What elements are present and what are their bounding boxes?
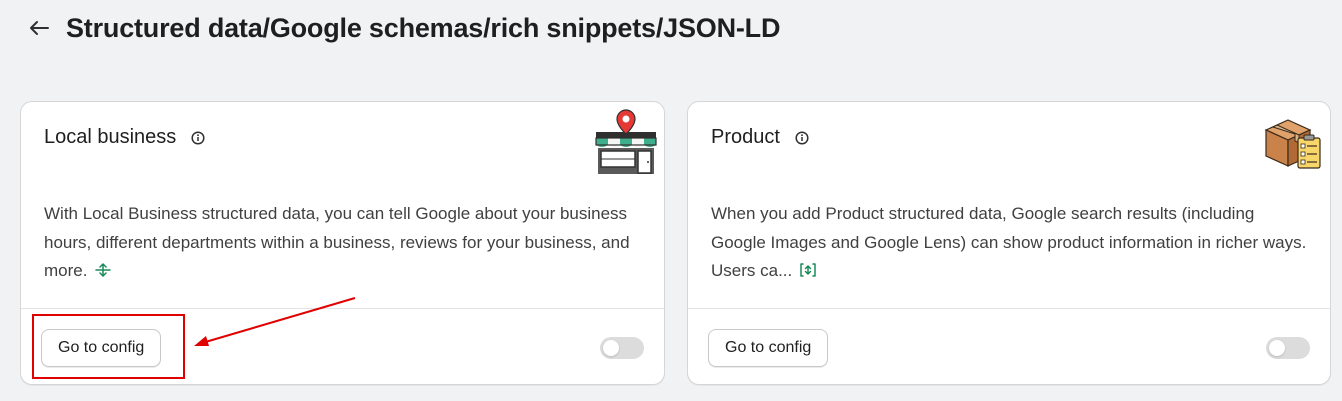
enable-toggle[interactable] bbox=[1266, 337, 1310, 359]
card-title-row: Product bbox=[711, 126, 810, 149]
local-business-card: Local business With Local Business struc… bbox=[20, 101, 665, 385]
card-divider bbox=[688, 308, 1330, 309]
go-to-config-button[interactable]: Go to config bbox=[41, 329, 162, 367]
page-header: Structured data/Google schemas/rich snip… bbox=[28, 10, 780, 46]
back-arrow-icon[interactable] bbox=[28, 17, 50, 39]
info-icon[interactable] bbox=[190, 130, 206, 146]
toggle-knob bbox=[603, 340, 619, 356]
card-divider bbox=[21, 308, 664, 309]
toggle-knob bbox=[1269, 340, 1285, 356]
card-title-row: Local business bbox=[44, 126, 206, 149]
product-card: Product When you add Product structured … bbox=[687, 101, 1331, 385]
card-title: Local business bbox=[44, 126, 177, 148]
info-icon[interactable] bbox=[794, 130, 810, 146]
product-box-icon bbox=[1258, 108, 1324, 174]
card-description-text: With Local Business structured data, you… bbox=[44, 204, 630, 280]
collapse-icon[interactable] bbox=[95, 262, 112, 277]
storefront-icon bbox=[592, 108, 658, 174]
page-title: Structured data/Google schemas/rich snip… bbox=[66, 12, 781, 43]
enable-toggle[interactable] bbox=[600, 337, 644, 359]
expand-icon[interactable] bbox=[800, 262, 816, 277]
card-description: With Local Business structured data, you… bbox=[44, 200, 644, 286]
card-title: Product bbox=[711, 126, 780, 148]
card-description: When you add Product structured data, Go… bbox=[711, 200, 1311, 286]
go-to-config-button[interactable]: Go to config bbox=[708, 329, 829, 367]
